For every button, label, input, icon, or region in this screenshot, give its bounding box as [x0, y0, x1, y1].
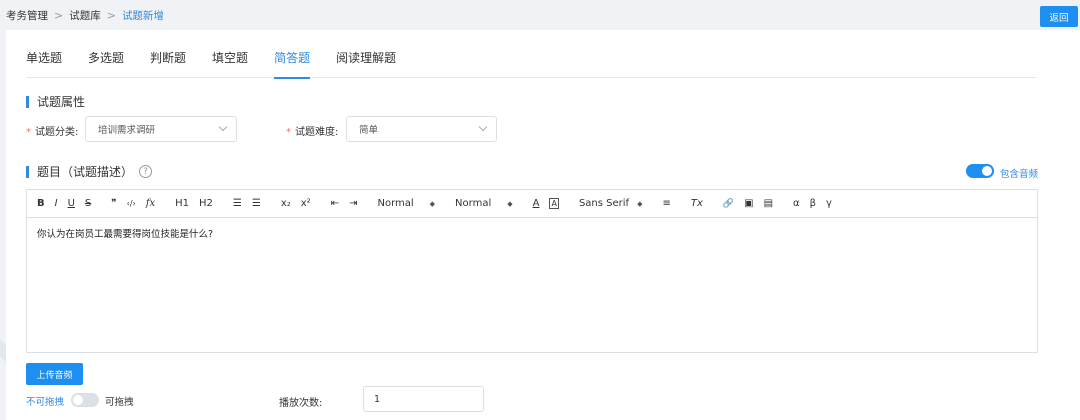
upload-audio-button[interactable]: 上传音频: [26, 363, 83, 385]
difficulty-label: * 试题难度:: [286, 127, 339, 138]
align-icon[interactable]: ≡: [662, 198, 670, 209]
indent-icon[interactable]: ⇥: [349, 198, 357, 209]
drag-toggle[interactable]: [71, 393, 99, 407]
outdent-icon[interactable]: ⇤: [331, 198, 339, 209]
breadcrumb: 考务管理 > 试题库 > 试题新增: [6, 8, 164, 23]
chevron-down-icon: [478, 122, 488, 132]
rich-text-editor: B I U S ❞ ‹/› fx H1 H2 ☰ ☰ x₂ x² ⇤ ⇥ Nor…: [26, 189, 1038, 353]
editor-content[interactable]: 你认为在岗员工最需要得岗位技能是什么?: [27, 218, 1037, 248]
chevron-right-icon: >: [54, 9, 64, 22]
clear-format-icon[interactable]: Tx: [691, 198, 703, 209]
font-color-icon[interactable]: A: [533, 198, 540, 209]
audio-toggle-label: 包含音频: [1000, 169, 1039, 180]
blockquote-icon[interactable]: ❞: [111, 198, 116, 209]
strike-button[interactable]: S: [85, 198, 91, 209]
gamma-button[interactable]: γ: [826, 198, 832, 209]
toggle-knob: [73, 395, 83, 405]
difficulty-select[interactable]: 简单: [346, 116, 497, 142]
caret-updown-icon: ◆: [637, 199, 643, 208]
heading2-button[interactable]: H2: [199, 198, 213, 209]
image-icon[interactable]: ▣: [744, 198, 753, 209]
question-section-title: 题目（试题描述） ?: [26, 163, 153, 180]
toggle-knob: [982, 166, 992, 176]
chevron-down-icon: [218, 122, 228, 132]
header-picker[interactable]: Normal ◆: [455, 198, 513, 209]
background-color-icon[interactable]: A: [549, 198, 559, 209]
category-select[interactable]: 培训需求调研: [85, 116, 237, 142]
section-accent-bar: [26, 95, 29, 108]
subscript-button[interactable]: x₂: [281, 198, 291, 209]
video-icon[interactable]: ▤: [764, 198, 773, 209]
breadcrumb-item-exam[interactable]: 考务管理: [6, 8, 48, 23]
tab-fill-blank[interactable]: 填空题: [212, 50, 248, 78]
breadcrumb-current: 试题新增: [121, 10, 164, 22]
section-accent-bar: [26, 165, 29, 178]
bold-button[interactable]: B: [37, 198, 45, 209]
category-label: * 试题分类:: [26, 127, 79, 138]
question-type-tabs: 单选题 多选题 判断题 填空题 简答题 阅读理解题: [26, 50, 1036, 79]
main-card: 单选题 多选题 判断题 填空题 简答题 阅读理解题 试题属性 * 试题分类: 培训…: [6, 30, 1080, 420]
chevron-right-icon: >: [106, 9, 116, 22]
play-count-label: 播放次数:: [279, 398, 323, 409]
formula-icon[interactable]: fx: [146, 198, 155, 209]
audio-toggle[interactable]: [966, 164, 994, 178]
drag-on-label: 可拖拽: [105, 397, 134, 408]
link-icon[interactable]: 🔗: [723, 199, 734, 209]
font-picker[interactable]: Sans Serif ◆: [579, 198, 643, 209]
heading1-button[interactable]: H1: [175, 198, 189, 209]
size-picker[interactable]: Normal ◆: [377, 198, 435, 209]
italic-button[interactable]: I: [55, 198, 58, 209]
tab-short-answer[interactable]: 简答题: [274, 50, 311, 79]
superscript-button[interactable]: x²: [301, 198, 311, 209]
caret-updown-icon: ◆: [429, 199, 436, 208]
editor-toolbar: B I U S ❞ ‹/› fx H1 H2 ☰ ☰ x₂ x² ⇤ ⇥ Nor…: [27, 190, 1037, 218]
bullet-list-icon[interactable]: ☰: [252, 198, 261, 209]
code-icon[interactable]: ‹/›: [127, 199, 136, 208]
top-bar: 考务管理 > 试题库 > 试题新增 返回: [0, 0, 1080, 30]
tab-true-false[interactable]: 判断题: [150, 50, 186, 78]
tab-reading[interactable]: 阅读理解题: [336, 50, 396, 78]
help-icon[interactable]: ?: [139, 165, 153, 178]
beta-button[interactable]: β: [810, 198, 816, 209]
underline-button[interactable]: U: [68, 198, 75, 209]
attributes-section-title: 试题属性: [26, 93, 85, 110]
play-count-input[interactable]: 1: [363, 386, 484, 412]
drag-off-label: 不可拖拽: [26, 397, 65, 408]
breadcrumb-item-bank[interactable]: 试题库: [69, 8, 101, 23]
tab-single-choice[interactable]: 单选题: [26, 50, 62, 78]
tab-multiple-choice[interactable]: 多选题: [88, 50, 124, 78]
ordered-list-icon[interactable]: ☰: [233, 198, 242, 209]
back-button[interactable]: 返回: [1040, 6, 1078, 27]
alpha-button[interactable]: α: [793, 198, 800, 209]
caret-updown-icon: ◆: [507, 199, 513, 208]
